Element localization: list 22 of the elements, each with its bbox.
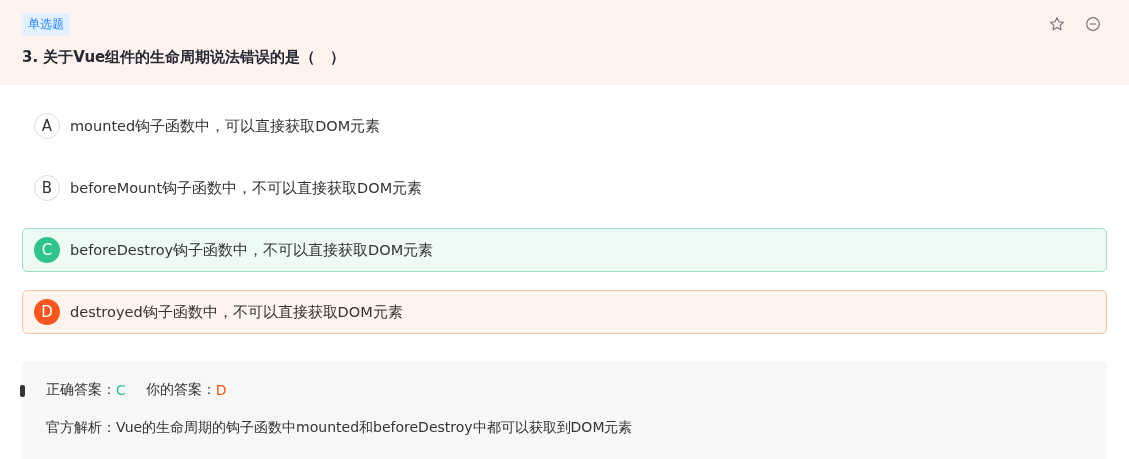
panel-marker: [20, 385, 25, 397]
question-type-tag: 单选题: [22, 13, 70, 36]
option-letter: D: [34, 299, 60, 325]
correct-answer-label: 正确答案：: [46, 381, 116, 399]
option-text: mounted钩子函数中，可以直接获取DOM元素: [70, 116, 381, 136]
answer-option[interactable]: C beforeDestroy钩子函数中，不可以直接获取DOM元素: [22, 228, 1107, 272]
answer-option[interactable]: D destroyed钩子函数中，不可以直接获取DOM元素: [22, 290, 1107, 334]
your-answer-value: D: [215, 382, 227, 398]
option-text: destroyed钩子函数中，不可以直接获取DOM元素: [70, 302, 403, 322]
your-answer-label: 你的答案：: [145, 381, 216, 399]
option-text: beforeDestroy钩子函数中，不可以直接获取DOM元素: [70, 240, 434, 260]
star-icon[interactable]: [1049, 16, 1065, 32]
option-text: beforeMount钩子函数中，不可以直接获取DOM元素: [70, 178, 423, 198]
option-letter: A: [34, 113, 60, 139]
analysis-text: 官方解析：Vue的生命周期的钩子函数中mounted和beforeDestroy中都可以获取到DOM元素: [46, 419, 634, 437]
option-letter: B: [34, 175, 60, 201]
answer-option[interactable]: B beforeMount钩子函数中，不可以直接获取DOM元素: [22, 166, 1107, 210]
correct-answer-value: C: [116, 382, 126, 398]
answer-option[interactable]: A mounted钩子函数中，可以直接获取DOM元素: [22, 104, 1107, 148]
remove-icon[interactable]: [1085, 16, 1101, 32]
option-letter: C: [34, 237, 60, 263]
question-title: 3. 关于Vue组件的生命周期说法错误的是（ ）: [22, 48, 347, 67]
